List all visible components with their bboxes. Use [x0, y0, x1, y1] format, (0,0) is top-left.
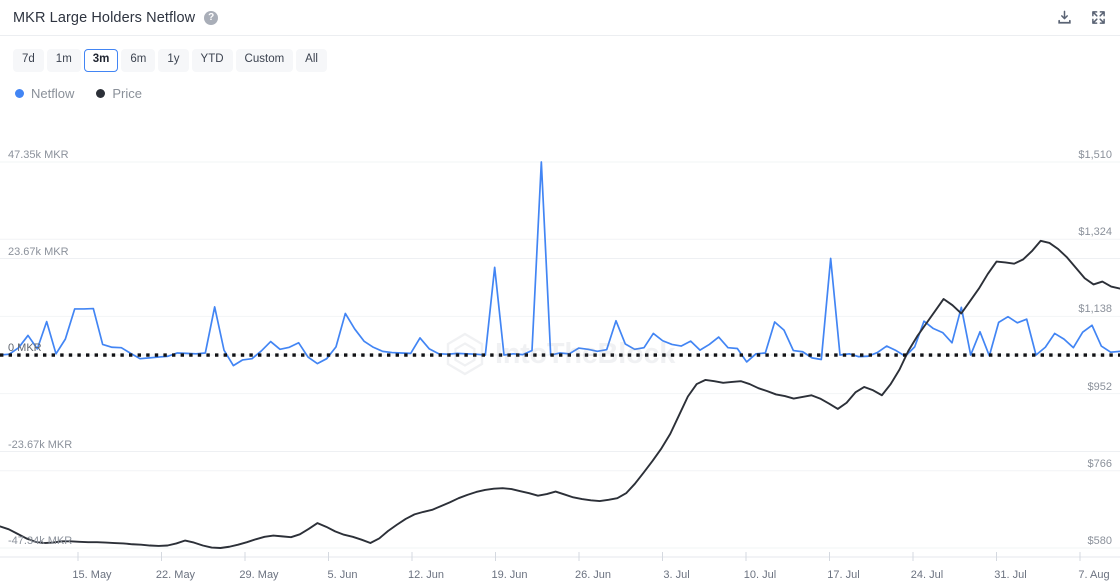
- range-button-1y[interactable]: 1y: [158, 49, 189, 72]
- question-mark-icon[interactable]: ?: [204, 10, 219, 25]
- chart-legend: Netflow Price: [0, 74, 1120, 104]
- chart-canvas: [0, 161, 1120, 561]
- legend-label: Price: [112, 86, 142, 101]
- expand-icon[interactable]: [1090, 10, 1106, 26]
- range-button-1m[interactable]: 1m: [46, 49, 81, 72]
- chart-plot-area: IntoTheBlock 47.35k MKR 23.67k MKR 0 MKR -2…: [0, 136, 1120, 583]
- legend-item-netflow[interactable]: Netflow: [15, 86, 74, 101]
- widget-header: MKR Large Holders Netflow ?: [0, 0, 1120, 36]
- series-line-price: [0, 239, 1120, 549]
- range-button-ytd[interactable]: YTD: [191, 49, 233, 72]
- range-button-custom[interactable]: Custom: [235, 49, 294, 72]
- legend-color-dot: [96, 89, 106, 98]
- legend-color-dot: [15, 89, 24, 98]
- range-button-6m[interactable]: 6m: [121, 49, 156, 72]
- series-line-netflow: [0, 161, 1120, 367]
- netflow-chart-widget: MKR Large Holders Netflow ? 7d 1m 3m 6m 1y YT…: [0, 0, 1120, 583]
- range-button-3m[interactable]: 3m: [83, 49, 119, 72]
- download-icon[interactable]: [1056, 10, 1072, 26]
- range-button-all[interactable]: All: [296, 49, 327, 72]
- header-actions: [1056, 10, 1106, 26]
- page-title: MKR Large Holders Netflow: [13, 9, 196, 26]
- legend-item-price[interactable]: Price: [96, 86, 142, 101]
- range-button-7d[interactable]: 7d: [13, 49, 44, 72]
- legend-label: Netflow: [31, 86, 75, 101]
- time-range-selector: 7d 1m 3m 6m 1y YTD Custom All: [0, 36, 1120, 74]
